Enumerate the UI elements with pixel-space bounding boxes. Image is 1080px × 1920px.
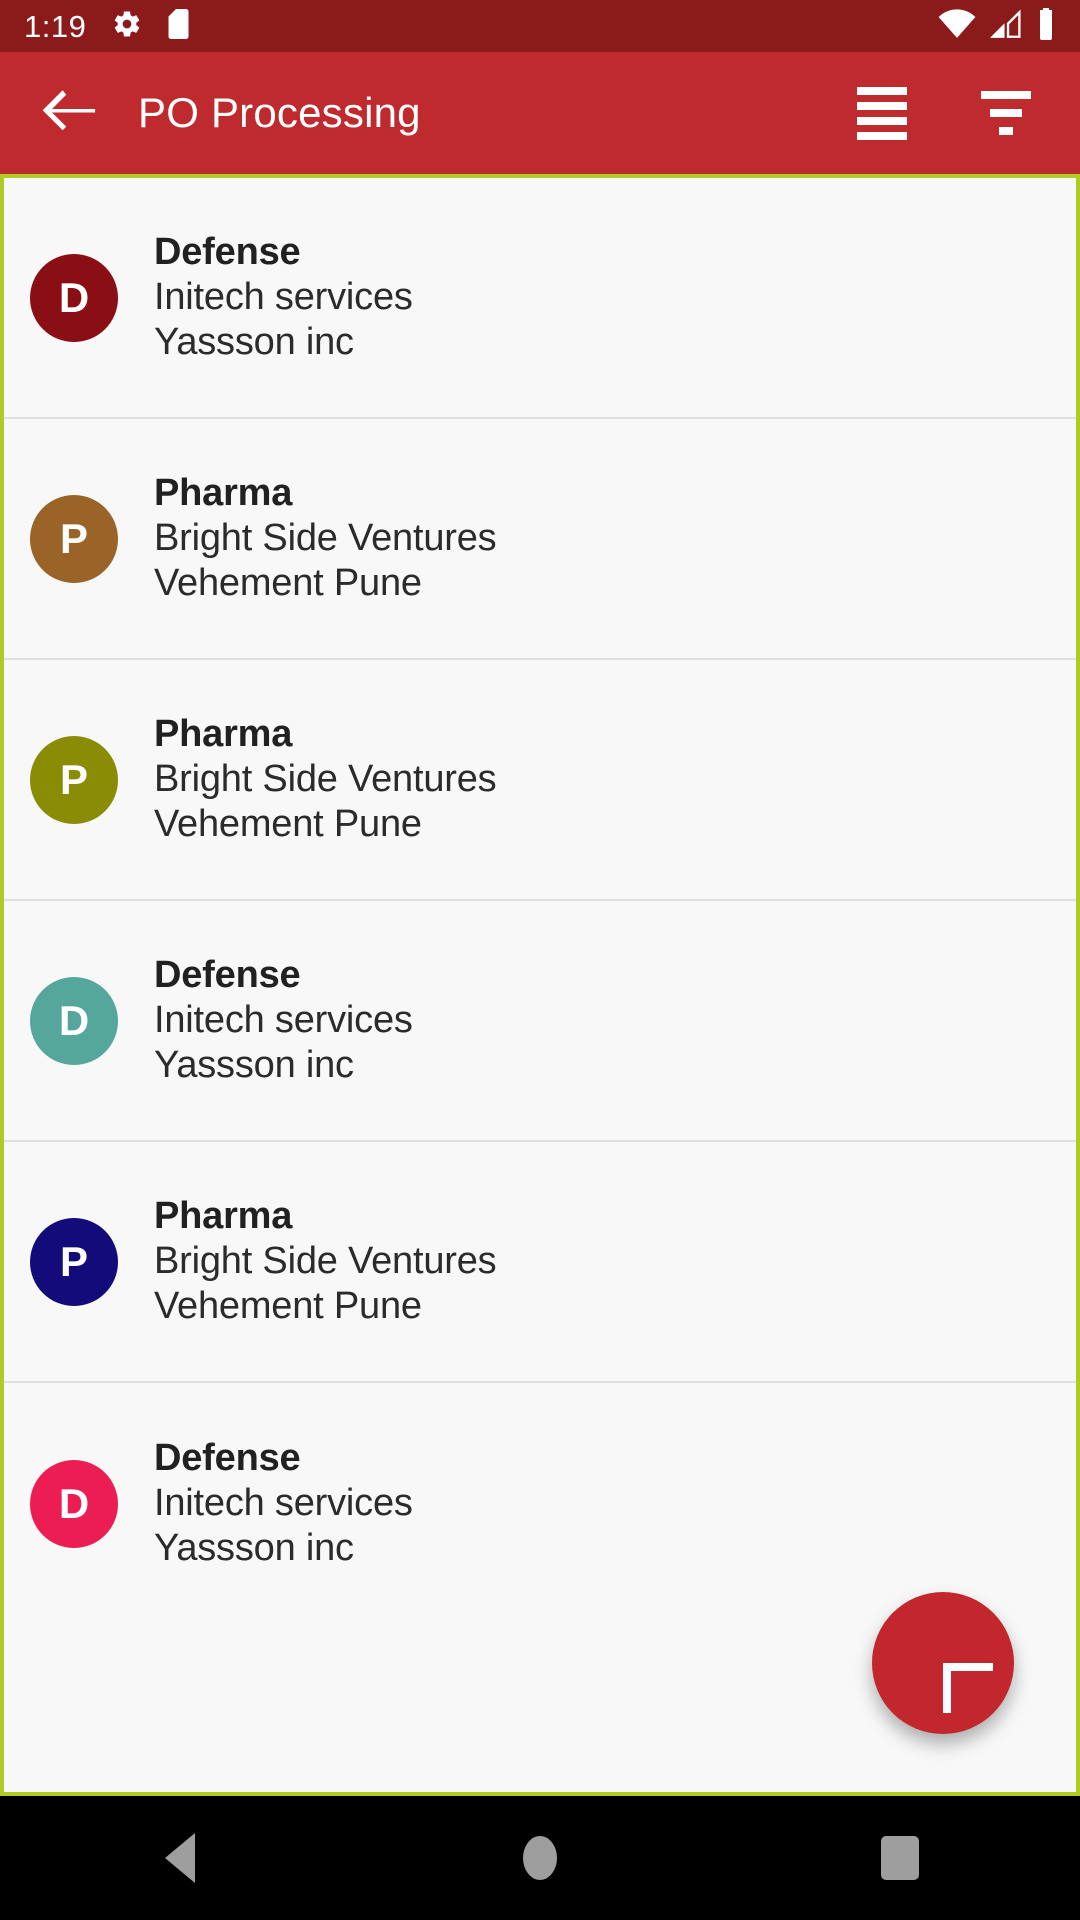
sd-card-icon [162, 8, 190, 44]
list-item[interactable]: D Defense Initech services Yassson inc [4, 1383, 1076, 1624]
home-circle-icon [523, 1836, 557, 1880]
list-item-text-block: Pharma Bright Side Ventures Vehement Pune [154, 1194, 497, 1328]
list-item-subtitle-1: Bright Side Ventures [154, 758, 497, 801]
list-item-subtitle-2: Yassson inc [154, 320, 354, 363]
avatar: D [30, 976, 118, 1065]
list-item[interactable]: P Pharma Bright Side Ventures Vehement Pune [4, 1142, 1076, 1383]
list-item-subtitle-1: Bright Side Ventures [154, 517, 497, 560]
list-item-text-block: Pharma Bright Side Ventures Vehement Pune [154, 712, 497, 846]
app-bar: PO Processing [0, 52, 1080, 174]
list-item-subtitle-1: Initech services [154, 999, 413, 1042]
avatar: P [30, 735, 118, 824]
battery-icon [1036, 7, 1056, 45]
list-item-text-block: Defense Initech services Yassson inc [154, 1436, 413, 1570]
list-item-subtitle-2: Yassson inc [154, 1526, 354, 1569]
android-navigation-bar [0, 1796, 1080, 1920]
avatar: P [30, 494, 118, 583]
filter-icon [981, 91, 1031, 135]
list-item-text-block: Defense Initech services Yassson inc [154, 953, 413, 1087]
avatar: D [30, 1459, 118, 1548]
recents-square-icon [881, 1836, 919, 1880]
list-view-button[interactable] [850, 81, 914, 145]
list-item-title: Pharma [154, 713, 293, 756]
wifi-icon [938, 8, 976, 44]
page-title: PO Processing [138, 89, 421, 136]
list-item-title: Defense [154, 954, 301, 997]
list-item[interactable]: P Pharma Bright Side Ventures Vehement Pune [4, 419, 1076, 660]
back-arrow-icon [41, 88, 97, 139]
nav-home-button[interactable] [465, 1796, 615, 1920]
list-item[interactable]: D Defense Initech services Yassson inc [4, 901, 1076, 1142]
avatar: P [30, 1217, 118, 1306]
list-view-icon [857, 86, 907, 140]
list-item-text-block: Defense Initech services Yassson inc [154, 230, 413, 364]
app-bar-actions [850, 81, 1038, 145]
list-item[interactable]: P Pharma Bright Side Ventures Vehement Pune [4, 660, 1076, 901]
status-bar: 1:19 [0, 0, 1080, 52]
list-item-subtitle-1: Bright Side Ventures [154, 1240, 497, 1283]
gear-icon [112, 9, 142, 44]
content-frame: D Defense Initech services Yassson inc P Phar… [0, 174, 1080, 1796]
list-item-subtitle-2: Yassson inc [154, 1043, 354, 1086]
list-item-subtitle-1: Initech services [154, 276, 413, 319]
list-item-title: Defense [154, 231, 301, 274]
list-item-title: Defense [154, 1437, 301, 1480]
filter-button[interactable] [974, 81, 1038, 145]
status-bar-right-icons [938, 7, 1056, 45]
avatar: D [30, 253, 118, 342]
po-list[interactable]: D Defense Initech services Yassson inc P Phar… [4, 178, 1076, 1792]
back-button[interactable] [36, 80, 102, 146]
list-item-title: Pharma [154, 1195, 293, 1238]
list-item-subtitle-1: Initech services [154, 1482, 413, 1525]
list-item-subtitle-2: Vehement Pune [154, 802, 422, 845]
add-po-fab[interactable] [872, 1592, 1014, 1734]
list-item[interactable]: D Defense Initech services Yassson inc [4, 178, 1076, 419]
list-item-text-block: Pharma Bright Side Ventures Vehement Pune [154, 471, 497, 605]
nav-back-button[interactable] [105, 1796, 255, 1920]
back-triangle-icon [165, 1833, 195, 1883]
list-item-subtitle-2: Vehement Pune [154, 561, 422, 604]
status-bar-left-icons [112, 8, 190, 44]
cellular-signal-icon [990, 8, 1022, 44]
status-bar-clock: 1:19 [24, 8, 87, 44]
nav-recents-button[interactable] [825, 1796, 975, 1920]
list-item-title: Pharma [154, 472, 293, 515]
list-item-subtitle-2: Vehement Pune [154, 1284, 422, 1327]
